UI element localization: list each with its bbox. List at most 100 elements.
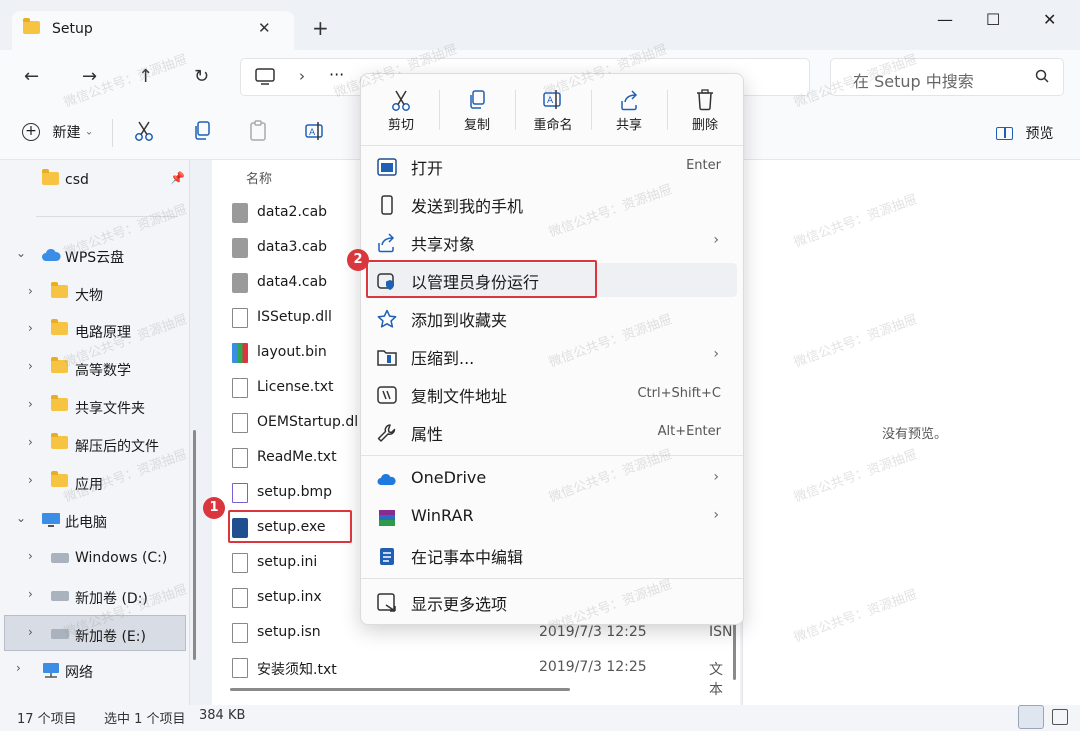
details-view-icon[interactable] — [1018, 705, 1044, 729]
address-overflow-button[interactable]: ··· — [329, 65, 344, 84]
menu-item-label: WinRAR — [411, 506, 474, 525]
dll-file-icon — [232, 308, 248, 328]
copy-button[interactable]: 复制 — [439, 84, 515, 140]
chevron-right-icon: › — [713, 346, 719, 362]
cab-file-icon — [232, 203, 248, 223]
delete-button[interactable]: 删除 — [667, 84, 743, 140]
cut-button[interactable]: 剪切 — [363, 84, 439, 140]
step-badge-1: 1 — [203, 497, 225, 519]
copy-label: 复制 — [463, 118, 490, 133]
ini-file-icon — [232, 553, 248, 573]
rename-button[interactable]: A 重命名 — [515, 84, 591, 140]
toolbar-cut-icon[interactable] — [134, 120, 154, 142]
sidebar-item-this-pc[interactable]: ⌄ 此电脑 — [0, 502, 190, 538]
menu-item-compress-to[interactable]: 压缩到... › — [369, 339, 737, 373]
menu-item-add-to-favorites[interactable]: 添加到收藏夹 — [369, 301, 737, 335]
horizontal-scrollbar[interactable] — [230, 688, 570, 691]
menu-item-label: 在记事本中编辑 — [411, 548, 524, 567]
close-window-button[interactable]: ✕ — [1043, 10, 1056, 29]
sidebar-item-label: 共享文件夹 — [75, 401, 145, 417]
search-icon[interactable] — [1035, 69, 1049, 83]
toolbar-copy-icon[interactable] — [192, 120, 212, 142]
sidebar-scrollbar[interactable] — [193, 430, 196, 660]
file-name: 安装须知.txt — [257, 662, 337, 678]
menu-item-label: OneDrive — [411, 468, 487, 487]
preview-pane-button[interactable]: 预览 — [996, 123, 1053, 143]
file-name: setup.bmp — [257, 484, 333, 500]
search-placeholder: 在 Setup 中搜索 — [853, 72, 974, 91]
menu-item-send-to-phone[interactable]: 发送到我的手机 — [369, 187, 737, 221]
refresh-icon[interactable]: ↻ — [194, 66, 209, 87]
sidebar-item-shared[interactable]: › 共享文件夹 — [0, 388, 190, 424]
menu-item-open[interactable]: 打开 Enter — [369, 149, 737, 183]
chevron-right-icon[interactable]: › — [28, 321, 33, 335]
sidebar-item-dawu[interactable]: › 大物 — [0, 275, 190, 311]
folder-icon — [51, 319, 68, 339]
menu-item-show-more-options[interactable]: 显示更多选项 — [369, 585, 737, 619]
new-button[interactable]: + 新建 ⌄ — [22, 122, 93, 142]
minimize-button[interactable]: — — [937, 10, 953, 29]
share-button[interactable]: 共享 — [591, 84, 667, 140]
sidebar-item-drive-e[interactable]: › 新加卷 (E:) — [4, 615, 186, 651]
vertical-scrollbar[interactable] — [733, 620, 736, 680]
close-tab-button[interactable]: ✕ — [258, 19, 271, 37]
menu-item-share-with[interactable]: 共享对象 › — [369, 225, 737, 259]
folder-icon — [51, 282, 68, 302]
chevron-right-icon[interactable]: › — [28, 397, 33, 411]
sidebar-item-csd[interactable]: csd 📌 — [0, 162, 190, 198]
sidebar-item-drive-d[interactable]: › 新加卷 (D:) — [0, 578, 190, 614]
pin-icon: 📌 — [170, 171, 185, 185]
sidebar-item-apps[interactable]: › 应用 — [0, 464, 190, 500]
file-name: data4.cab — [257, 274, 328, 290]
menu-item-onedrive[interactable]: OneDrive › — [369, 462, 737, 496]
chevron-right-icon[interactable]: › — [28, 284, 33, 298]
chevron-down-icon[interactable]: ⌄ — [16, 246, 26, 260]
sidebar-item-math[interactable]: › 高等数学 — [0, 350, 190, 386]
chevron-down-icon: ⌄ — [84, 126, 94, 138]
chevron-right-icon[interactable]: › — [28, 473, 33, 487]
chevron-right-icon: › — [713, 232, 719, 248]
explorer-tab[interactable]: Setup ✕ — [12, 11, 294, 50]
step-badge-2: 2 — [347, 249, 369, 271]
file-type: 文本 — [709, 662, 723, 698]
address-chevron-icon[interactable]: › — [299, 67, 305, 85]
sidebar-item-wps-cloud[interactable]: ⌄ WPS云盘 — [0, 237, 190, 273]
forward-arrow-icon[interactable]: → — [82, 66, 97, 87]
menu-item-copy-path[interactable]: 复制文件地址 Ctrl+Shift+C — [369, 377, 737, 411]
chevron-right-icon[interactable]: › — [28, 359, 33, 373]
menu-item-edit-in-notepad[interactable]: 在记事本中编辑 — [369, 538, 737, 572]
menu-item-winrar[interactable]: WinRAR › — [369, 500, 737, 534]
sidebar-item-network[interactable]: › 网络 — [0, 652, 190, 688]
column-header-name[interactable]: 名称 — [246, 168, 272, 187]
folder-icon — [51, 471, 68, 491]
new-tab-button[interactable]: + — [312, 16, 329, 40]
sidebar-item-circuit[interactable]: › 电路原理 — [0, 312, 190, 348]
chevron-down-icon[interactable]: ⌄ — [16, 511, 26, 525]
chevron-right-icon[interactable]: › — [16, 661, 21, 675]
chevron-right-icon[interactable]: › — [28, 625, 33, 639]
file-icon — [232, 623, 248, 643]
chevron-right-icon[interactable]: › — [28, 587, 33, 601]
sidebar-item-label: 高等数学 — [75, 363, 131, 379]
item-count: 17 个项目 — [17, 712, 77, 727]
menu-item-label: 发送到我的手机 — [411, 197, 524, 216]
toolbar-rename-icon[interactable]: A — [304, 120, 326, 142]
sidebar-item-extracted[interactable]: › 解压后的文件 — [0, 426, 190, 462]
file-name: data2.cab — [257, 204, 328, 220]
back-arrow-icon[interactable]: ← — [24, 66, 39, 87]
maximize-button[interactable]: ☐ — [986, 10, 1000, 29]
trash-icon — [667, 88, 743, 114]
chevron-right-icon[interactable]: › — [28, 435, 33, 449]
chevron-right-icon: › — [713, 469, 719, 485]
menu-item-properties[interactable]: 属性 Alt+Enter — [369, 415, 737, 449]
chevron-right-icon[interactable]: › — [28, 549, 33, 563]
up-arrow-icon[interactable]: ↑ — [138, 66, 153, 87]
preview-pane: 没有预览。 — [742, 160, 1080, 705]
sidebar-item-label: WPS云盘 — [65, 250, 125, 266]
tiles-view-icon[interactable] — [1052, 709, 1068, 725]
phone-icon — [377, 195, 397, 215]
search-box[interactable]: 在 Setup 中搜索 — [830, 58, 1064, 96]
context-menu: 剪切 复制 A 重命名 共享 删除 打开 Enter 发送到我的手机 共享对象 … — [360, 73, 744, 625]
file-row[interactable]: 安装须知.txt 2019/7/3 12:25 文本 — [232, 652, 732, 698]
sidebar-item-drive-c[interactable]: › Windows (C:) — [0, 540, 190, 576]
